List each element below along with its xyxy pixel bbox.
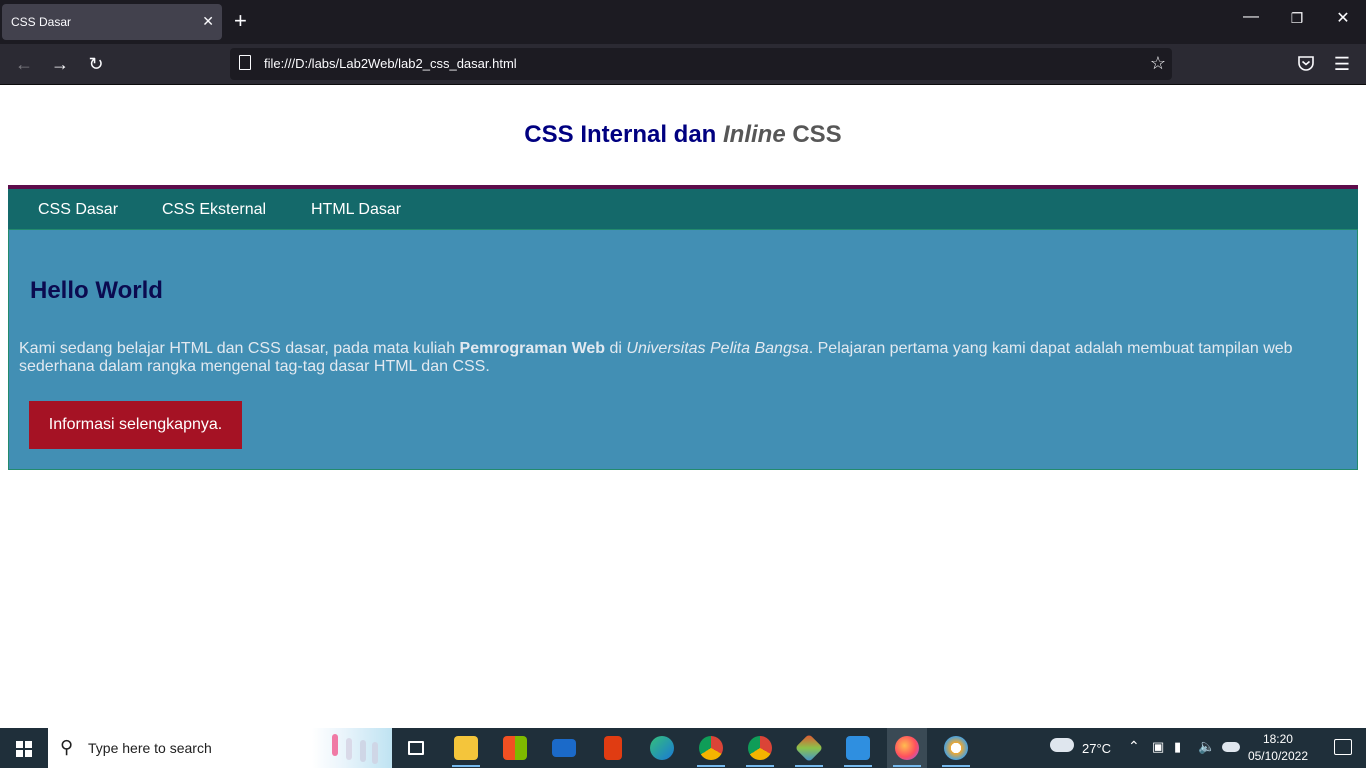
text-segment: di	[605, 340, 627, 357]
clock-time: 18:20	[1262, 732, 1293, 746]
mail-button[interactable]	[544, 728, 584, 768]
meet-now-icon[interactable]: ▣	[1152, 739, 1164, 779]
restore-icon[interactable]: ❐	[1282, 10, 1312, 27]
tab-title: CSS Dasar	[11, 15, 72, 29]
page-icon	[239, 55, 251, 70]
battery-icon[interactable]: ▮	[1174, 739, 1181, 779]
firefox-button[interactable]	[887, 728, 927, 768]
browser-tab[interactable]: CSS Dasar ✕	[2, 4, 222, 40]
system-clock[interactable]: 18:20 05/10/2022	[1248, 731, 1308, 765]
text-segment: Kami sedang belajar HTML dan CSS dasar, …	[19, 340, 460, 357]
search-highlight-image	[312, 728, 392, 768]
taskbar-search[interactable]: ⚲ Type here to search	[48, 728, 392, 768]
tab-close-icon[interactable]: ✕	[202, 13, 214, 30]
paint-button[interactable]	[936, 728, 976, 768]
git-icon	[794, 733, 824, 763]
notification-icon[interactable]	[1334, 739, 1352, 755]
star-icon[interactable]: ☆	[1150, 53, 1166, 74]
browser-nav-bar: ← → ↻ file:///D:/labs/Lab2Web/lab2_css_d…	[0, 44, 1366, 85]
office-button[interactable]	[593, 728, 633, 768]
pocket-icon[interactable]	[1294, 54, 1318, 76]
search-placeholder: Type here to search	[88, 740, 212, 756]
text-bold: Pemrograman Web	[459, 340, 606, 357]
close-icon[interactable]: ✕	[1328, 8, 1358, 28]
onedrive-icon[interactable]	[1222, 742, 1240, 752]
content-section: Hello World Kami sedang belajar HTML dan…	[8, 229, 1358, 470]
mail-icon	[552, 739, 576, 757]
chrome-profile-button[interactable]	[740, 728, 780, 768]
more-info-button[interactable]: Informasi selengkapnya.	[29, 401, 242, 449]
windows-taskbar: ⚲ Type here to search 27°C ⌃ ▣ ▮ 🔈 18:20…	[0, 728, 1366, 768]
content-paragraph: Kami sedang belajar HTML dan CSS dasar, …	[19, 340, 1339, 376]
reload-icon[interactable]: ↻	[84, 54, 108, 74]
vscode-icon	[846, 736, 870, 760]
content-title: Hello World	[30, 277, 163, 304]
chevron-up-icon[interactable]: ⌃	[1128, 738, 1140, 778]
chrome-button[interactable]	[691, 728, 731, 768]
windows-logo-icon	[16, 741, 32, 757]
url-text[interactable]: file:///D:/labs/Lab2Web/lab2_css_dasar.h…	[264, 56, 517, 71]
nav-menu: CSS Dasar CSS Eksternal HTML Dasar	[8, 185, 1358, 229]
page-title: CSS Internal dan Inline CSS	[8, 121, 1358, 149]
firefox-icon	[895, 736, 919, 760]
microsoft-store-icon	[503, 736, 527, 760]
forward-icon[interactable]: →	[48, 54, 72, 74]
vscode-button[interactable]	[838, 728, 878, 768]
page-title-italic: Inline	[723, 121, 786, 148]
menu-item-css-eksternal[interactable]: CSS Eksternal	[162, 201, 266, 219]
file-explorer-icon	[454, 736, 478, 760]
url-bar[interactable]: file:///D:/labs/Lab2Web/lab2_css_dasar.h…	[230, 48, 1172, 80]
task-view-button[interactable]	[396, 728, 436, 768]
menu-item-html-dasar[interactable]: HTML Dasar	[311, 201, 401, 219]
minimize-icon[interactable]: —	[1236, 8, 1266, 26]
page-title-part2: CSS	[785, 121, 842, 148]
menu-icon[interactable]: ☰	[1330, 54, 1354, 74]
cloud-icon	[1050, 738, 1074, 752]
start-button[interactable]	[0, 728, 48, 768]
paint-icon	[944, 736, 968, 760]
file-explorer-button[interactable]	[446, 728, 486, 768]
menu-item-css-dasar[interactable]: CSS Dasar	[38, 201, 118, 219]
search-icon: ⚲	[60, 737, 74, 757]
web-page: CSS Internal dan Inline CSS CSS Dasar CS…	[0, 85, 1366, 728]
clock-date: 05/10/2022	[1247, 749, 1308, 763]
edge-button[interactable]	[642, 728, 682, 768]
page-header: CSS Internal dan Inline CSS	[8, 85, 1358, 185]
task-view-icon	[408, 741, 424, 755]
git-button[interactable]	[789, 728, 829, 768]
browser-tab-bar: CSS Dasar ✕ + — ❐ ✕	[0, 0, 1366, 44]
weather-temp: 27°C	[1082, 741, 1112, 756]
edge-icon	[650, 736, 674, 760]
chrome-profile-icon	[748, 736, 772, 760]
microsoft-store-button[interactable]	[495, 728, 535, 768]
page-title-part1: CSS Internal dan	[524, 121, 723, 148]
volume-icon[interactable]: 🔈	[1198, 738, 1215, 778]
back-icon[interactable]: ←	[12, 54, 36, 74]
chrome-icon	[699, 736, 723, 760]
new-tab-icon[interactable]: +	[234, 9, 247, 33]
office-icon	[604, 736, 622, 760]
text-italic: Universitas Pelita Bangsa	[626, 340, 809, 357]
